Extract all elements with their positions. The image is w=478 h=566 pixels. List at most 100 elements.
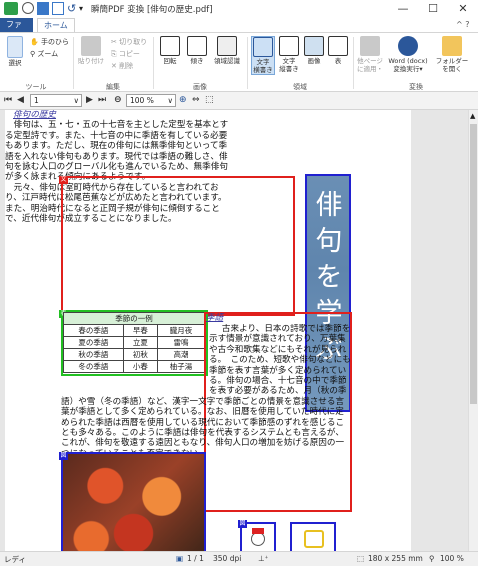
vertical-scrollbar[interactable]: ▲ [468,110,478,551]
pdf-page: 文 俳句の歴史 俳句は、五・七・五の十七音を主とした定型を基本とする定型詩です。… [5,110,411,551]
text-vertical-button[interactable]: 文字 縦書き [277,36,301,73]
tab-file[interactable]: ファイル [0,18,33,43]
minimize-button[interactable]: — [388,0,418,18]
scroll-up-icon[interactable]: ▲ [470,112,475,120]
open-file-icon[interactable] [37,2,49,15]
page-number-input[interactable]: 1 ∨ [30,94,82,107]
edit-group-label: 編集 [106,83,120,91]
maximize-button[interactable]: ☐ [418,0,448,18]
fit-width-icon[interactable]: ⇔ [192,95,200,105]
select-label: 選択 [8,59,22,67]
first-page-icon[interactable]: ⏮ [4,95,12,105]
illustration-2[interactable] [290,522,336,551]
apply-other-pages-button[interactable]: 他ページ に適用・ [356,36,384,73]
tilt-icon [187,36,207,56]
autumn-leaves-photo[interactable] [61,452,206,551]
word-convert-button[interactable]: Word (docx) 変換実行▾ [386,36,430,73]
cursor-icon [7,36,23,58]
document-title: 俳句の歴史 [13,110,56,120]
table-region-button[interactable]: 表 [327,36,349,65]
next-page-icon[interactable]: ▶ [86,95,93,105]
zoom-out-icon[interactable]: ⊖ [114,95,122,105]
page-icon: ▣ [176,554,184,563]
status-page-size: 180 x 255 mm [368,554,423,563]
app-logo-icon [4,2,18,15]
copy-button[interactable]: ⎘ コピー [111,49,140,59]
copy-label: コピー [118,50,140,58]
apply-pages-label-1: 他ページ [357,57,383,65]
zoom-tool-label: ズーム [37,50,59,58]
image-region-tag[interactable]: 図 [238,520,247,528]
kigo-title: 季語 [206,313,224,323]
scan-icon[interactable] [22,2,34,14]
zoom-level-value: 100 % [130,96,154,105]
tilt-label: 傾き [190,57,204,65]
word-convert-label-1: Word (docx) [388,57,428,65]
rotate-label: 回転 [163,57,177,65]
page-number-value: 1 [34,96,39,105]
text-horizontal-button[interactable]: 文字 横書き [251,36,275,75]
zoom-status-icon: ⚲ [429,554,435,563]
select-button[interactable]: 選択 [6,36,24,67]
status-zoom: 100 % [440,554,464,563]
paste-label: 貼り付け [78,57,104,65]
document-view[interactable]: 文 俳句の歴史 俳句は、五・七・五の十七音を主とした定型を基本とする定型詩です。… [0,110,468,551]
delete-label: 削除 [119,62,134,70]
paste-icon [81,36,101,56]
word-convert-icon [398,36,418,56]
text-region-tag[interactable]: 文 [59,176,68,184]
rotate-icon [160,36,180,56]
save-icon[interactable] [52,2,64,15]
paste-button[interactable]: 貼り付け [78,36,104,65]
apply-pages-icon [360,36,380,56]
open-folder-button[interactable]: フォルダー を開く [433,36,471,73]
rotate-button[interactable]: 回転 [158,36,182,65]
title-bar: ↺ ▾ 瞬簡PDF 変換 [俳句の歴史.pdf] — ☐ ✕ [0,0,478,18]
open-folder-label-2: を開く [442,65,462,73]
page-size-icon: ⬚ [357,554,365,563]
region-recognition-icon [217,36,237,56]
convert-group-label: 変換 [409,83,423,91]
tilt-button[interactable]: 傾き [185,36,209,65]
zoom-in-icon[interactable]: ⊕ [179,95,187,105]
tool-group-label: ツール [25,83,47,91]
region-recognition-button[interactable]: 領域認識 [211,36,243,65]
region-recognition-label: 領域認識 [214,57,240,65]
cut-button[interactable]: ✂ 切り取り [111,37,147,47]
float-spacer [61,324,209,396]
last-page-icon[interactable]: ⏭ [98,95,106,105]
picture-region-button[interactable]: 画像 [303,36,325,65]
scrollbar-thumb[interactable] [470,124,477,404]
status-ready: レディ [4,555,26,564]
page-navigation-bar: ⏮ ◀ 1 ∨ ▶ ⏭ ⊖ 100 % ∨ ⊕ ⇔ ⬚ [0,92,478,110]
picture-label: 画像 [307,57,321,65]
delete-button[interactable]: ✕ 削除 [111,61,133,71]
prev-page-icon[interactable]: ◀ [17,95,24,105]
paragraph-1: 俳句は、五・七・五の十七音を主とした定型を基本とする定型詩です。また、十七音の中… [5,120,229,183]
fit-page-icon[interactable]: ⬚ [205,95,214,105]
text-horizontal-label-1: 文字 [256,58,270,66]
table-icon [328,36,348,56]
text-horizontal-label-2: 横書き [253,66,273,74]
picture-icon [304,36,324,56]
text-region-1[interactable] [61,176,295,316]
text-vertical-icon [279,36,299,56]
cursor-position-icon: ⊥⁺ [258,554,269,563]
help-icon[interactable]: ^ ? [456,20,470,29]
table-label: 表 [334,57,342,65]
status-pages: 1 / 1 [187,554,204,563]
zoom-tool-button[interactable]: ⚲ ズーム [30,49,58,59]
text-vertical-label-1: 文字 [282,57,296,65]
window-title: 瞬簡PDF 変換 [俳句の歴史.pdf] [91,5,213,15]
text-vertical-label-2: 縦書き [279,65,299,73]
folder-icon [442,36,462,56]
hand-tool-label: 手のひら [40,38,69,46]
image-region-tag[interactable]: 図 [59,452,68,460]
hand-tool-button[interactable]: ✋ 手のひら [30,37,69,47]
status-dpi: 350 dpi [213,554,242,563]
zoom-level-select[interactable]: 100 % ∨ [126,94,176,107]
status-bar: レディ ▣ 1 / 1 350 dpi ⊥⁺ ⬚ 180 x 255 mm ⚲ … [0,551,478,566]
region-group-label: 領域 [293,83,307,91]
close-button[interactable]: ✕ [448,0,478,18]
tab-home[interactable]: ホーム [37,18,75,32]
